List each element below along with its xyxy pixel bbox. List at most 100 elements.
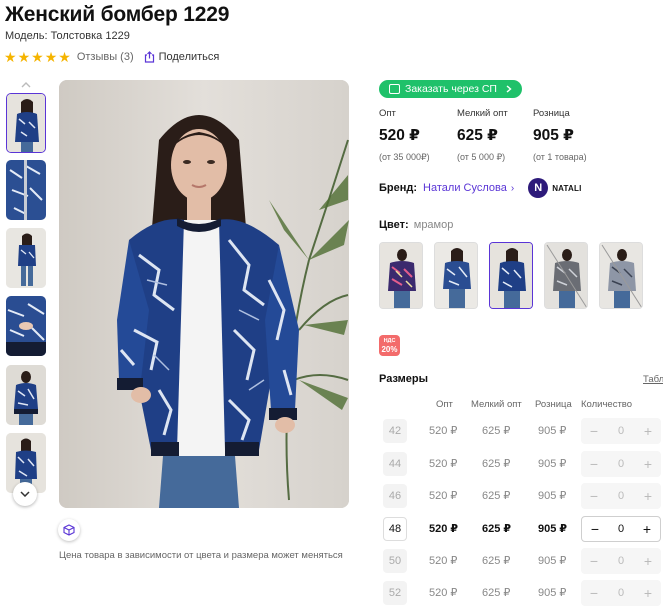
plus-icon[interactable]: + (640, 522, 654, 536)
minus-icon[interactable]: − (587, 424, 601, 438)
price-tier-value: 625 ₽ (457, 127, 498, 144)
chevron-down-icon[interactable] (13, 482, 37, 506)
size-row: 52 520 ₽ 625 ₽ 905 ₽ − 0 + (379, 580, 663, 606)
price-tier-small: Мелкий опт 625 ₽ (от 5 000 ₽) (457, 108, 508, 163)
thumbnail-strip (4, 80, 48, 506)
size-price-retail: 905 ₽ (538, 458, 567, 470)
minus-icon[interactable]: − (587, 554, 601, 568)
size-row: 44 520 ₽ 625 ₽ 905 ₽ − 0 + (379, 451, 663, 477)
star-icon: ★ (4, 49, 17, 65)
size-row: 48 520 ₽ 625 ₽ 905 ₽ − 0 + (379, 516, 663, 542)
star-icon: ★ (58, 49, 71, 65)
color-swatch-3[interactable] (489, 242, 533, 309)
size-table-link[interactable]: Табл (643, 374, 663, 385)
brand-label: Бренд: (379, 182, 418, 194)
price-tiers: Опт 520 ₽ (от 35 000₽) Мелкий опт 625 ₽ … (379, 108, 609, 163)
cube-3d-icon[interactable] (58, 519, 80, 541)
quantity-stepper[interactable]: − 0 + (581, 548, 661, 574)
plus-icon[interactable]: + (641, 424, 655, 438)
quantity-value[interactable]: 0 (618, 587, 624, 599)
minus-icon[interactable]: − (587, 586, 601, 600)
color-swatch-2[interactable] (434, 242, 478, 309)
quantity-value[interactable]: 0 (618, 555, 624, 567)
vat-badge-top: НДС (383, 338, 396, 344)
main-product-photo[interactable] (59, 80, 349, 508)
size-price-small: 625 ₽ (482, 523, 512, 535)
size-label: 48 (383, 517, 407, 541)
plus-icon[interactable]: + (641, 489, 655, 503)
brand-logo-text: NATALI (552, 183, 582, 193)
color-swatch-1[interactable] (379, 242, 423, 309)
price-note: Цена товара в зависимости от цвета и раз… (59, 550, 343, 561)
thumbnail-5[interactable] (6, 365, 46, 425)
star-icon: ★ (31, 49, 44, 65)
price-tier-min: (от 5 000 ₽) (457, 152, 506, 162)
price-tier-value: 520 ₽ (379, 127, 420, 144)
vat-badge: НДС 20% (379, 335, 400, 356)
sizes-header-retail: Розница (535, 399, 572, 410)
sizes-title: Размеры (379, 373, 429, 385)
quantity-stepper[interactable]: − 0 + (581, 451, 661, 477)
size-price-retail: 905 ₽ (538, 587, 567, 599)
size-price-retail: 905 ₽ (538, 555, 567, 567)
order-sp-label: Заказать через СП (405, 83, 497, 95)
chevron-right-icon: › (510, 182, 515, 194)
chevron-up-icon[interactable] (14, 80, 38, 90)
color-swatch-5[interactable] (599, 242, 643, 309)
quantity-value[interactable]: 0 (618, 458, 624, 470)
minus-icon[interactable]: − (587, 457, 601, 471)
star-icon: ★ (17, 49, 31, 65)
share-icon (144, 51, 154, 63)
chevron-right-icon (506, 85, 512, 93)
brand-logo[interactable]: N (528, 178, 549, 198)
quantity-value[interactable]: 0 (618, 425, 624, 437)
quantity-stepper[interactable]: − 0 + (581, 418, 661, 444)
product-model: Модель: Толстовка 1229 (5, 30, 130, 42)
size-label: 44 (383, 452, 407, 476)
plus-icon[interactable]: + (641, 586, 655, 600)
size-label: 42 (383, 419, 407, 443)
size-label: 50 (383, 549, 407, 573)
sizes-header-opt: Опт (436, 399, 453, 410)
quantity-stepper[interactable]: − 0 + (581, 483, 661, 509)
size-label: 52 (383, 581, 407, 605)
plus-icon[interactable]: + (641, 457, 655, 471)
share-button[interactable]: Поделиться (144, 51, 219, 63)
thumbnail-2[interactable] (6, 160, 46, 220)
price-tier-value: 905 ₽ (533, 127, 574, 144)
size-price-opt: 520 ₽ (429, 523, 459, 535)
thumbnail-1[interactable] (6, 93, 46, 153)
price-tier-label: Мелкий опт (457, 108, 508, 119)
color-swatches (379, 242, 659, 312)
size-price-small: 625 ₽ (482, 587, 511, 599)
minus-icon[interactable]: − (587, 489, 601, 503)
size-row: 50 520 ₽ 625 ₽ 905 ₽ − 0 + (379, 548, 663, 574)
size-price-retail: 905 ₽ (538, 523, 568, 535)
product-title: Женский бомбер 1229 (5, 3, 230, 26)
price-tier-min: (от 35 000₽) (379, 152, 430, 162)
quantity-stepper[interactable]: − 0 + (581, 580, 661, 606)
brand-row: Бренд: Натали Суслова › N NATALI (379, 178, 582, 198)
order-sp-button[interactable]: Заказать через СП (379, 80, 522, 98)
vat-badge-value: 20% (381, 345, 398, 354)
reviews-link[interactable]: Отзывы (3) (77, 51, 134, 63)
color-swatch-4[interactable] (544, 242, 588, 309)
size-price-small: 625 ₽ (482, 490, 511, 502)
quantity-value[interactable]: 0 (618, 490, 624, 502)
size-price-opt: 520 ₽ (429, 458, 458, 470)
price-tier-opt: Опт 520 ₽ (от 35 000₽) (379, 108, 430, 163)
quantity-value[interactable]: 0 (618, 523, 624, 535)
sizes-header-small: Мелкий опт (471, 399, 522, 410)
plus-icon[interactable]: + (641, 554, 655, 568)
size-price-opt: 520 ₽ (429, 587, 458, 599)
rating-stars: ★ ★ ★ ★ ★ (4, 50, 71, 64)
thumbnail-4[interactable] (6, 296, 46, 356)
minus-icon[interactable]: − (588, 522, 602, 536)
rating-row: ★ ★ ★ ★ ★ Отзывы (3) Поделиться (4, 50, 219, 64)
brand-link[interactable]: Натали Суслова (423, 182, 507, 194)
color-row: Цвет: мрамор (379, 219, 453, 231)
size-row: 46 520 ₽ 625 ₽ 905 ₽ − 0 + (379, 483, 663, 509)
quantity-stepper[interactable]: − 0 + (581, 516, 661, 542)
size-price-retail: 905 ₽ (538, 490, 567, 502)
thumbnail-3[interactable] (6, 228, 46, 288)
